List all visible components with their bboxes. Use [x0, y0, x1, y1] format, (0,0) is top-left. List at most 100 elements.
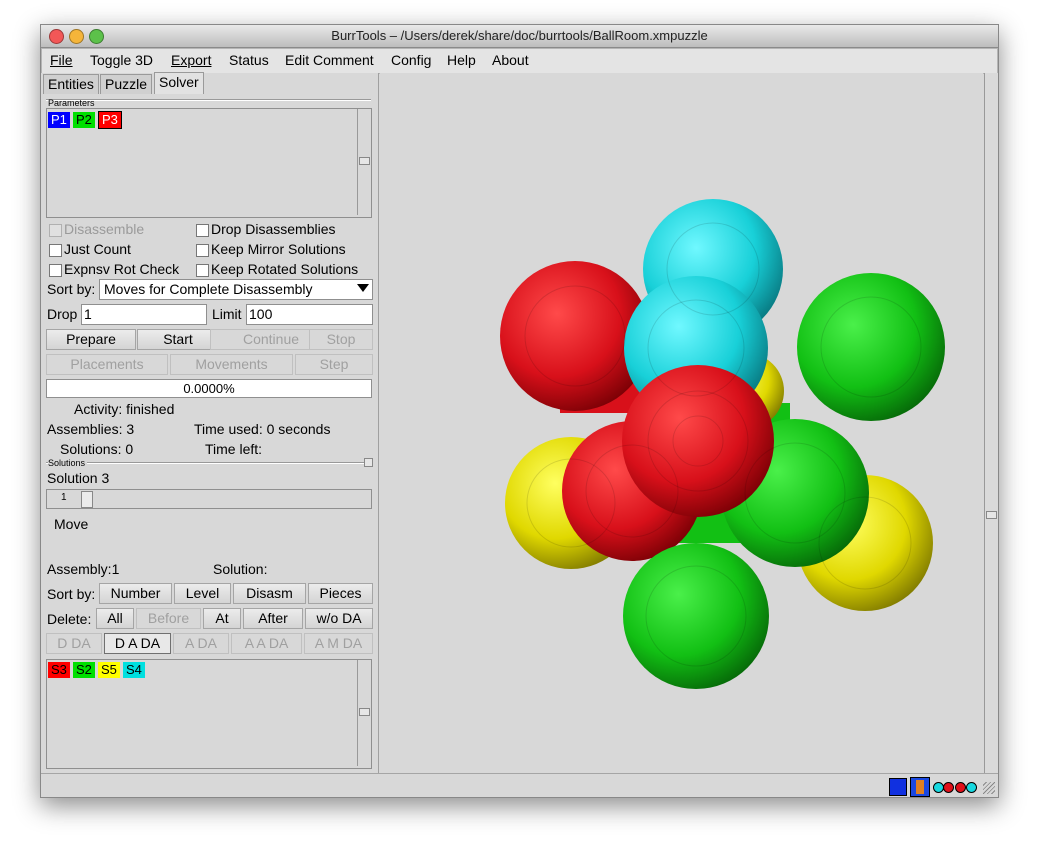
piece-chip-s5[interactable]: S5	[98, 662, 120, 678]
sort-level-button[interactable]: Level	[174, 583, 231, 604]
status-bar	[41, 773, 998, 797]
menu-edit-comment[interactable]: Edit Comment	[285, 52, 374, 68]
piece-chip-s3[interactable]: S3	[48, 662, 70, 678]
d-a-da-button[interactable]: D A DA	[104, 633, 171, 654]
drop-disassemblies-checkbox[interactable]	[196, 224, 209, 237]
placements-button[interactable]: Placements	[46, 354, 168, 375]
tab-solver[interactable]: Solver	[154, 72, 204, 94]
keep-rotated-checkbox[interactable]	[196, 264, 209, 277]
solution-slider[interactable]: 1	[46, 489, 372, 509]
expnsv-rot-check-label: Expnsv Rot Check	[64, 261, 180, 277]
d-da-button[interactable]: D DA	[46, 633, 102, 654]
delete-label: Delete:	[47, 611, 92, 627]
a-a-da-button[interactable]: A A DA	[231, 633, 302, 654]
green-sphere	[797, 273, 945, 421]
menu-config[interactable]: Config	[391, 52, 431, 68]
sort-by-value: Moves for Complete Disassembly	[104, 281, 313, 297]
resize-grip-icon[interactable]	[983, 782, 995, 794]
menu-status[interactable]: Status	[229, 52, 269, 68]
drop-disassemblies-label: Drop Disassemblies	[211, 221, 336, 237]
drop-input[interactable]: 1	[81, 304, 207, 325]
ball-icon[interactable]	[943, 782, 954, 793]
limit-input[interactable]: 100	[246, 304, 373, 325]
start-button[interactable]: Start	[137, 329, 219, 350]
drop-value: 1	[84, 306, 92, 322]
keep-rotated-label: Keep Rotated Solutions	[211, 261, 359, 277]
assemblies-count: Assemblies: 3	[47, 421, 135, 437]
sort-disasm-button[interactable]: Disasm	[233, 583, 306, 604]
color-mode-icon[interactable]	[889, 778, 907, 796]
piece-chip-s2[interactable]: S2	[73, 662, 95, 678]
problem-list-scroll-thumb[interactable]	[359, 157, 370, 165]
prepare-button[interactable]: Prepare	[46, 329, 136, 350]
chevron-down-icon	[357, 284, 369, 292]
solutions-sort-label: Sort by:	[47, 586, 96, 602]
drop-label: Drop	[47, 306, 78, 322]
delete-wo-da-button[interactable]: w/o DA	[305, 608, 373, 629]
3d-view[interactable]	[380, 73, 983, 773]
a-da-button[interactable]: A DA	[173, 633, 229, 654]
piece-chip-s4[interactable]: S4	[123, 662, 145, 678]
burrtools-window: BurrTools – /Users/derek/share/doc/burrt…	[40, 24, 999, 798]
expnsv-rot-check-checkbox[interactable]	[49, 264, 62, 277]
view-scrollbar[interactable]	[984, 73, 998, 773]
menu-about[interactable]: About	[492, 52, 529, 68]
parameters-label: Parameters	[48, 98, 95, 108]
delete-all-button[interactable]: All	[96, 608, 134, 629]
delete-after-button[interactable]: After	[243, 608, 303, 629]
menu-bar: File Toggle 3D Export Status Edit Commen…	[41, 48, 998, 74]
title-bar[interactable]: BurrTools – /Users/derek/share/doc/burrt…	[41, 25, 998, 48]
solutions-divider	[46, 462, 371, 464]
step-button[interactable]: Step	[295, 354, 373, 375]
problem-chip-p1[interactable]: P1	[48, 112, 70, 128]
ball-icon[interactable]	[955, 782, 966, 793]
solution-label: Solution:	[213, 561, 268, 577]
delete-before-button[interactable]: Before	[136, 608, 201, 629]
menu-help[interactable]: Help	[447, 52, 476, 68]
movements-button[interactable]: Movements	[170, 354, 293, 375]
red-sphere	[622, 365, 774, 517]
sort-by-select[interactable]: Moves for Complete Disassembly	[99, 279, 373, 300]
disassemble-checkbox[interactable]	[49, 224, 62, 237]
solutions-count: Solutions: 0	[60, 441, 134, 457]
just-count-checkbox[interactable]	[49, 244, 62, 257]
menu-export[interactable]: Export	[171, 52, 211, 68]
activity-status: Activity: finished	[74, 401, 175, 417]
limit-value: 100	[249, 306, 273, 322]
limit-label: Limit	[212, 306, 242, 322]
puzzle-3d-render[interactable]	[380, 73, 983, 773]
sort-number-button[interactable]: Number	[99, 583, 172, 604]
green-sphere	[623, 543, 769, 689]
tab-entities[interactable]: Entities	[43, 74, 99, 94]
progress-bar: 0.0000%	[46, 379, 372, 398]
problem-chip-p3[interactable]: P3	[98, 111, 122, 129]
disassemble-label: Disassemble	[64, 221, 145, 237]
piece-list-scrollbar[interactable]	[357, 660, 371, 766]
solutions-resize-handle[interactable]	[364, 458, 373, 467]
time-used: Time used: 0 seconds	[194, 421, 331, 437]
menu-toggle-3d[interactable]: Toggle 3D	[90, 52, 153, 68]
move-label: Move	[54, 516, 89, 532]
solution-slider-value: 1	[61, 492, 67, 503]
ball-icon[interactable]	[966, 782, 977, 793]
solution-title: Solution 3	[47, 470, 110, 486]
left-panel: Entities Puzzle Solver Parameters P1 P2 …	[41, 72, 379, 773]
window-title: BurrTools – /Users/derek/share/doc/burrt…	[331, 28, 708, 43]
time-left: Time left:	[205, 441, 263, 457]
problem-list-scrollbar[interactable]	[357, 109, 371, 215]
view-scroll-thumb[interactable]	[986, 511, 997, 519]
solution-slider-thumb[interactable]	[81, 491, 93, 508]
solutions-group-label: Solutions	[48, 458, 88, 468]
just-count-label: Just Count	[64, 241, 131, 257]
a-m-da-button[interactable]: A M DA	[304, 633, 373, 654]
piece-list-scroll-thumb[interactable]	[359, 708, 370, 716]
assembly-label: Assembly:1	[47, 561, 120, 577]
delete-at-button[interactable]: At	[203, 608, 241, 629]
tab-puzzle[interactable]: Puzzle	[100, 74, 153, 94]
keep-mirror-checkbox[interactable]	[196, 244, 209, 257]
menu-file[interactable]: File	[50, 52, 73, 68]
problem-chip-p2[interactable]: P2	[73, 112, 95, 128]
stop-button[interactable]: Stop	[309, 329, 373, 350]
sort-pieces-button[interactable]: Pieces	[308, 583, 373, 604]
piece-mode-icon[interactable]	[910, 777, 930, 797]
